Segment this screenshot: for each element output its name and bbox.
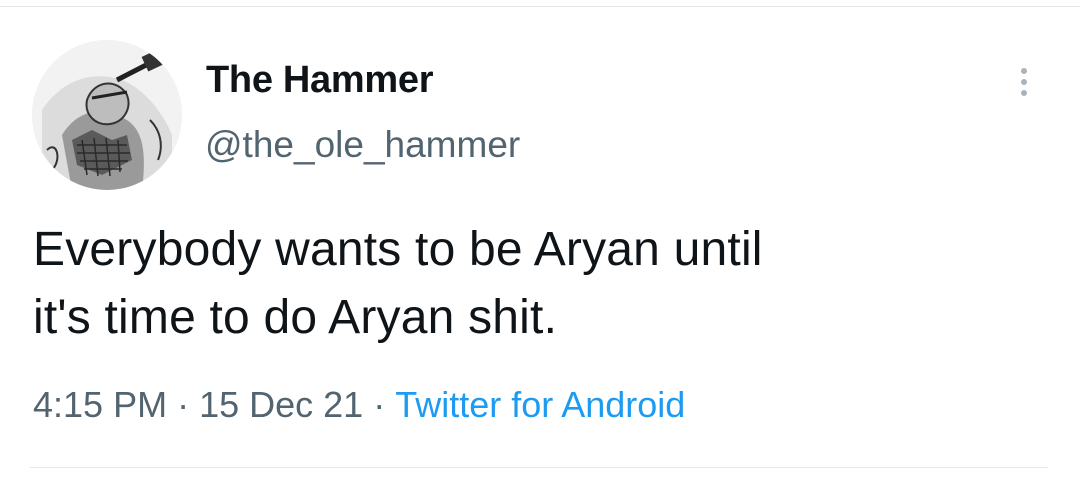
meta-separator: ·: [373, 384, 386, 425]
tweet-source-link[interactable]: Twitter for Android: [395, 384, 685, 425]
more-options-button[interactable]: [1006, 62, 1042, 102]
tweet-text: Everybody wants to be Aryan until it's t…: [33, 216, 1053, 352]
tweet-date[interactable]: 15 Dec 21: [199, 384, 363, 425]
user-handle[interactable]: @the_ole_hammer: [205, 124, 520, 166]
meta-separator: ·: [177, 384, 190, 425]
avatar-image: [32, 40, 182, 190]
avatar[interactable]: [32, 40, 182, 190]
more-dot-icon: [1021, 90, 1027, 96]
tweet-text-line: Everybody wants to be Aryan until: [33, 223, 763, 276]
more-dot-icon: [1021, 68, 1027, 74]
more-dot-icon: [1021, 79, 1027, 85]
top-divider: [0, 6, 1080, 7]
display-name[interactable]: The Hammer: [206, 59, 434, 102]
tweet-time[interactable]: 4:15 PM: [33, 384, 167, 425]
tweet-meta: 4:15 PM · 15 Dec 21 · Twitter for Android: [33, 384, 685, 426]
tweet-text-line: it's time to do Aryan shit.: [33, 291, 558, 344]
bottom-divider: [30, 467, 1048, 468]
